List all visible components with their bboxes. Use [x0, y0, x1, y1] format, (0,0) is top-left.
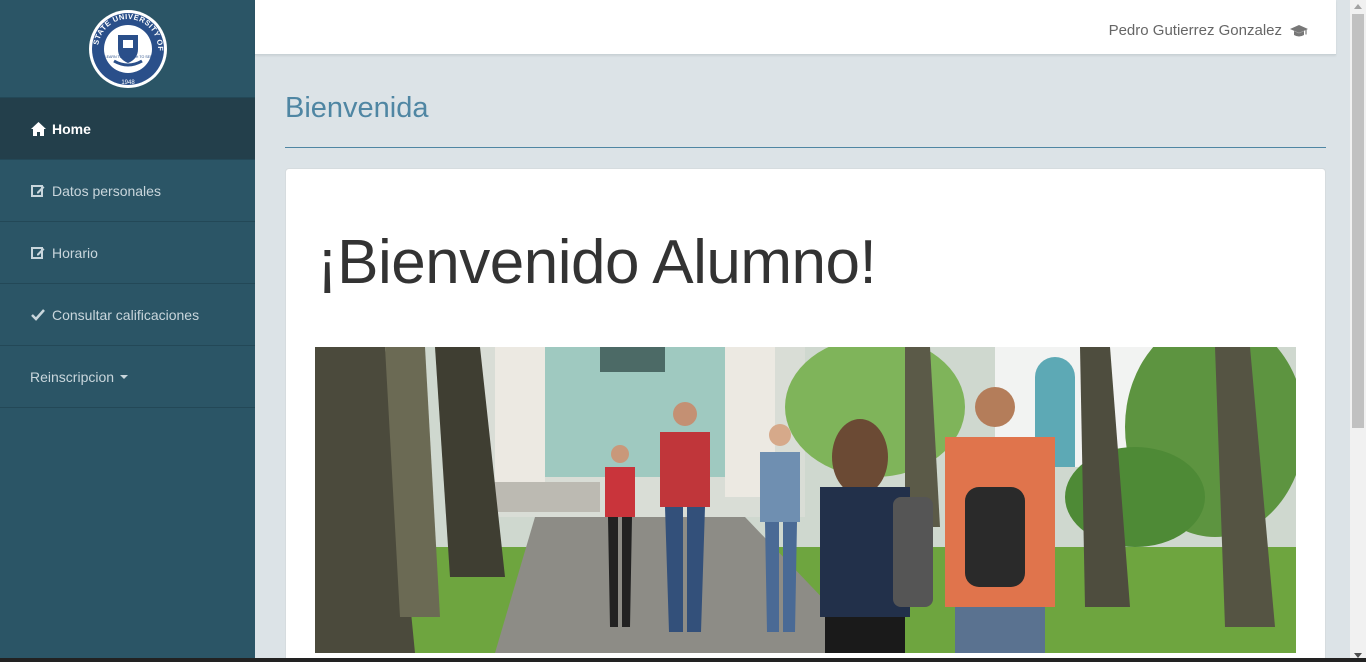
edit-icon [30, 245, 46, 261]
scroll-up-arrow-icon[interactable] [1354, 4, 1362, 9]
user-name: Pedro Gutierrez Gonzalez [1108, 22, 1282, 39]
top-bar: Pedro Gutierrez Gonzalez [255, 0, 1336, 55]
sidebar-item-horario[interactable]: Horario [0, 222, 255, 284]
sidebar-item-home[interactable]: Home [0, 98, 255, 160]
sidebar-item-label: Consultar calificaciones [52, 306, 200, 323]
user-menu[interactable]: Pedro Gutierrez Gonzalez [1109, 22, 1308, 39]
check-icon [30, 307, 46, 323]
sidebar-item-datos-personales[interactable]: Datos personales [0, 160, 255, 222]
title-divider [285, 147, 1326, 148]
seal-inner-text: TO LEARN TO SEARCH TO SERVE [98, 55, 157, 59]
logo-area: STATE UNIVERSITY OF NEW YORK TO LEARN TO… [0, 0, 255, 98]
sidebar-item-label: Datos personales [52, 182, 161, 199]
welcome-heading: ¡Bienvenido Alumno! [317, 228, 877, 297]
sidebar-item-consultar-calificaciones[interactable]: Consultar calificaciones [0, 284, 255, 346]
page-title: Bienvenida [285, 92, 429, 124]
sidebar-item-label: Reinscripcion [30, 368, 115, 385]
sidebar-item-reinscripcion[interactable]: Reinscripcion [0, 346, 255, 408]
caret-down-icon [120, 374, 129, 379]
edit-icon [30, 183, 46, 199]
welcome-panel: ¡Bienvenido Alumno! [285, 168, 1326, 662]
sidebar: STATE UNIVERSITY OF NEW YORK TO LEARN TO… [0, 0, 255, 662]
hero-image [315, 347, 1296, 653]
sidebar-item-label: Horario [52, 244, 98, 261]
vertical-scrollbar[interactable] [1350, 0, 1366, 662]
scroll-thumb[interactable] [1352, 14, 1364, 428]
sidebar-item-label: Home [52, 120, 91, 137]
home-icon [30, 121, 46, 137]
university-seal-logo[interactable]: STATE UNIVERSITY OF NEW YORK TO LEARN TO… [88, 9, 168, 89]
seal-year: 1948 [121, 80, 135, 86]
bottom-edge [0, 658, 1366, 662]
graduation-cap-icon [1290, 24, 1308, 38]
